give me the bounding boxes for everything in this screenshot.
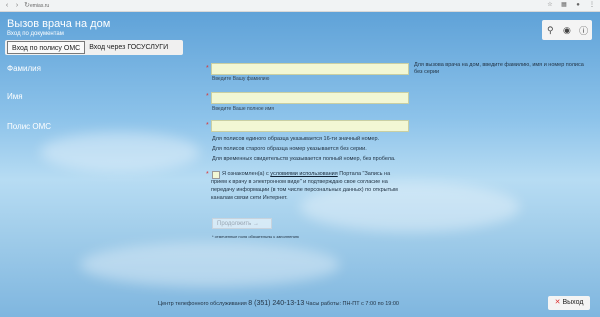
consent-text: Я ознакомлен(а) с условиями использовани… (211, 171, 398, 201)
required-mark: * (206, 171, 209, 178)
required-mark: * (206, 65, 209, 72)
address-bar[interactable]: emias.ru (30, 2, 480, 10)
name-hint: Введите Ваше полное имя (212, 106, 274, 112)
surname-label: Фамилия (7, 64, 41, 73)
forward-icon[interactable]: › (14, 2, 20, 9)
oms-hint: Для полисов единого образца указывается … (212, 136, 380, 142)
required-mark: * (206, 93, 209, 100)
required-mark: * (206, 122, 209, 129)
terms-link[interactable]: условиями использования (270, 171, 337, 177)
continue-button[interactable]: Продолжить → (212, 218, 272, 229)
back-icon[interactable]: ‹ (4, 2, 10, 9)
exit-button[interactable]: ✕ Выход (548, 296, 590, 310)
key-icon[interactable]: ⚲ (544, 25, 556, 36)
star-icon[interactable]: ☆ (546, 1, 554, 10)
top-toolbar: ⚲ ◉ ⓘ (542, 20, 592, 40)
surname-hint: Введите Вашу фамилию (212, 76, 270, 82)
profile-icon[interactable]: ● (574, 1, 582, 10)
name-input[interactable] (211, 92, 409, 104)
page-title: Вызов врача на дом (7, 18, 111, 30)
tab-oms[interactable]: Вход по полису ОМС (7, 41, 86, 54)
oms-hint: Для временных свидетельств указывается п… (212, 156, 396, 162)
oms-hint: Для полисов старого образца номер указыв… (212, 146, 367, 152)
oms-label: Полис ОМС (7, 122, 52, 131)
login-tabs: Вход по полису ОМС Вход через ГОСУСЛУГИ (5, 40, 183, 55)
page: Вызов врача на дом Вход по документам ⚲ … (0, 12, 600, 317)
info-icon[interactable]: ⓘ (578, 24, 590, 37)
name-label: Имя (7, 92, 23, 101)
eye-icon[interactable]: ◉ (561, 25, 573, 36)
extensions-icon[interactable]: ▦ (560, 1, 568, 10)
page-subtitle: Вход по документам (7, 31, 64, 37)
tip-text: Для вызова врача на дом, введите фамилию… (414, 62, 584, 75)
phone-number: 8 (351) 240-13-13 (248, 300, 305, 307)
footer: Центр телефонного обслуживания 8 (351) 2… (158, 300, 399, 307)
close-icon: ✕ (554, 299, 561, 306)
menu-icon[interactable]: ⋮ (588, 1, 596, 10)
oms-input[interactable] (211, 120, 409, 132)
required-note: * отмеченные поля обязательны к заполнен… (212, 234, 299, 239)
surname-input[interactable] (211, 63, 409, 75)
tab-gosuslugi[interactable]: Вход через ГОСУСЛУГИ (85, 41, 172, 54)
browser-toolbar: ‹ › ↻ emias.ru ☆ ▦ ● ⋮ (0, 0, 600, 12)
